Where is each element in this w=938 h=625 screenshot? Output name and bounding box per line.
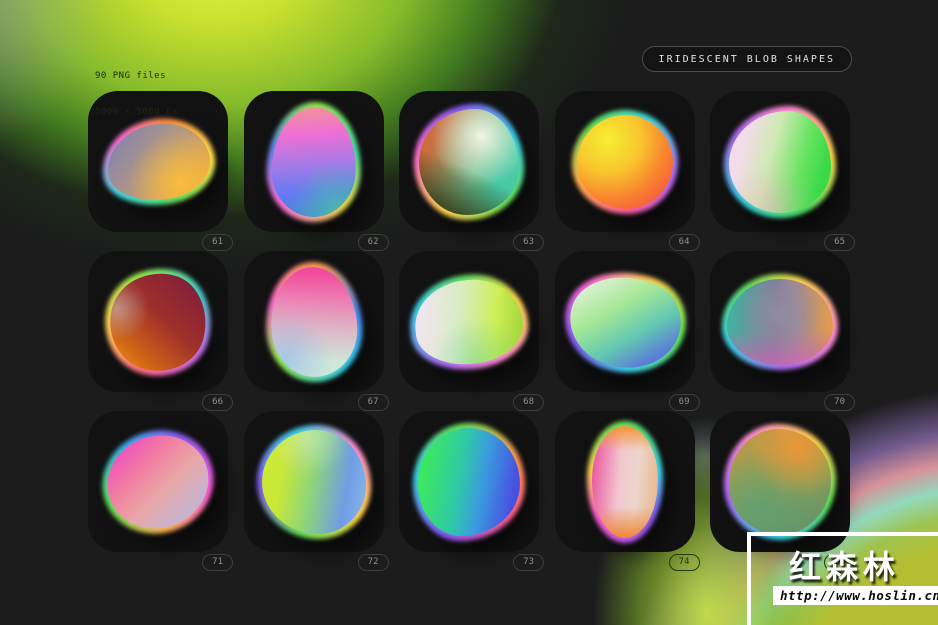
blob-shape-74: [591, 425, 659, 539]
blob-number-badge-64: 64: [669, 234, 700, 251]
blob-shape-65: [728, 110, 832, 214]
blob-cell-63: 63: [399, 91, 539, 232]
blob-card-64: [555, 91, 695, 232]
file-count-label: 90 PNG files: [95, 70, 178, 82]
blob-number-badge-70: 70: [824, 394, 855, 411]
blob-fill: [727, 279, 833, 365]
blob-number-badge-65: 65: [824, 234, 855, 251]
title-badge: IRIDESCENT BLOB SHAPES: [642, 46, 852, 72]
blob-fill: [592, 426, 658, 538]
blob-cell-74: 74: [555, 411, 695, 552]
blob-fill: [729, 429, 831, 535]
blob-number-badge-73: 73: [513, 554, 544, 571]
watermark-frame: 红森林 http://www.hoslin.cn/: [747, 532, 938, 625]
blob-card-66: [88, 251, 228, 392]
blob-shape-69: [556, 258, 693, 385]
blob-card-67: [244, 251, 384, 392]
blob-shape-63: [418, 108, 520, 216]
blob-card-73: [399, 411, 539, 552]
blob-card-70: [710, 251, 850, 392]
blob-fill: [419, 109, 519, 215]
blob-number-badge-72: 72: [358, 554, 389, 571]
blob-number-badge-69: 69: [669, 394, 700, 411]
blob-fill: [101, 264, 215, 380]
blob-number-badge-63: 63: [513, 234, 544, 251]
blob-cell-72: 72: [244, 411, 384, 552]
blob-cell-65: 65: [710, 91, 850, 232]
blob-cell-64: 64: [555, 91, 695, 232]
blob-number-badge-62: 62: [358, 234, 389, 251]
blob-shape-75: [728, 428, 832, 536]
blob-cell-67: 67: [244, 251, 384, 392]
blob-cell-62: 62: [244, 91, 384, 232]
blob-grid: 616263646566676869707172737475: [88, 91, 850, 552]
blob-cell-71: 71: [88, 411, 228, 552]
blob-number-badge-68: 68: [513, 394, 544, 411]
file-dimensions-label: 5000 × 5000 px: [95, 106, 178, 118]
blob-fill: [577, 115, 673, 209]
blob-card-62: [244, 91, 384, 232]
blob-cell-68: 68: [399, 251, 539, 392]
blob-number-badge-67: 67: [358, 394, 389, 411]
blob-number-badge-71: 71: [202, 554, 233, 571]
blob-number-badge-66: 66: [202, 394, 233, 411]
watermark-url: http://www.hoslin.cn/: [773, 586, 938, 605]
poster-canvas: 90 PNG files 5000 × 5000 px IRIDESCENT B…: [0, 0, 938, 625]
blob-shape-66: [100, 262, 217, 380]
blob-cell-69: 69: [555, 251, 695, 392]
blob-shape-73: [417, 427, 521, 537]
blob-card-74: [555, 411, 695, 552]
blob-number-badge-61: 61: [202, 234, 233, 251]
blob-card-68: [399, 251, 539, 392]
blob-card-69: [555, 251, 695, 392]
file-info: 90 PNG files 5000 × 5000 px: [95, 46, 178, 142]
blob-cell-70: 70: [710, 251, 850, 392]
blob-number-badge-74: 74: [669, 554, 700, 571]
blob-shape-64: [576, 114, 674, 210]
blob-shape-68: [410, 274, 527, 369]
blob-fill: [94, 421, 221, 542]
blob-card-72: [244, 411, 384, 552]
blob-shape-67: [267, 263, 361, 379]
blob-card-75: [710, 411, 850, 552]
blob-fill: [262, 430, 366, 534]
blob-fill: [557, 259, 692, 383]
blob-card-71: [88, 411, 228, 552]
blob-cell-73: 73: [399, 411, 539, 552]
blob-cell-75: 75: [710, 411, 850, 552]
blob-cell-66: 66: [88, 251, 228, 392]
watermark-title: 红森林: [789, 542, 900, 588]
blob-card-65: [710, 91, 850, 232]
blob-shape-70: [726, 278, 834, 366]
blob-card-63: [399, 91, 539, 232]
blob-shape-71: [93, 420, 223, 544]
blob-shape-72: [261, 429, 367, 535]
blob-shape-62: [269, 104, 359, 219]
